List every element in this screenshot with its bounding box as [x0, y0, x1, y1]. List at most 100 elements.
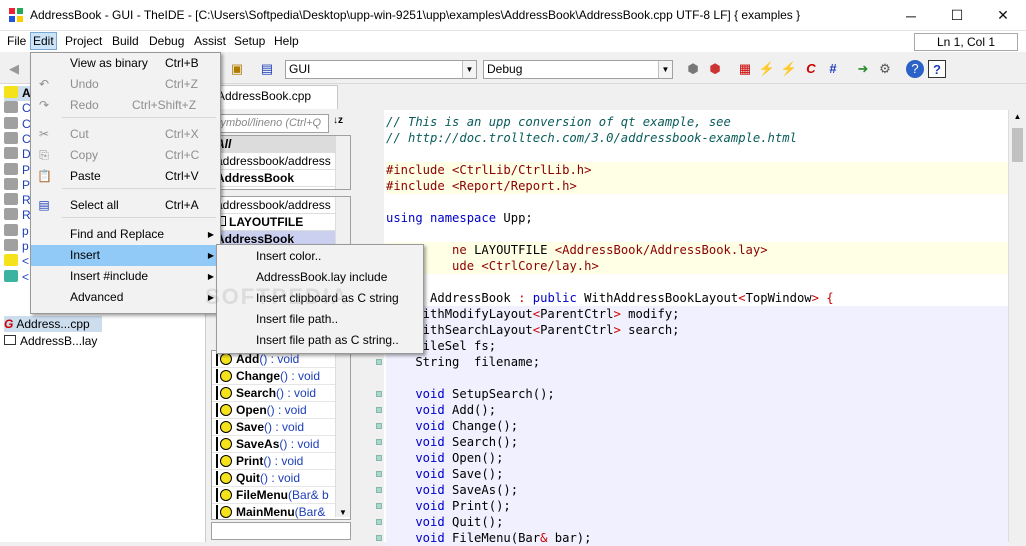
edit-menu-item[interactable]: Insert #include ▶ — [31, 266, 220, 287]
code-line[interactable] — [386, 370, 1010, 386]
package-combo[interactable]: GUI ▼ — [285, 60, 477, 79]
breakpoint-marker[interactable] — [376, 423, 382, 429]
scope-item[interactable]: AddressBook — [212, 170, 350, 187]
package-item[interactable]: p — [4, 223, 29, 239]
breakpoint-marker[interactable] — [376, 455, 382, 461]
edit-menu-item[interactable]: ✂ Cut Ctrl+X — [31, 124, 220, 145]
breakpoint-marker[interactable] — [376, 519, 382, 525]
scroll-up-icon[interactable]: ▲ — [1009, 112, 1026, 121]
function-item[interactable]: SaveAs() : void — [212, 436, 350, 453]
code-line[interactable]: WithModifyLayout<ParentCtrl> modify; — [386, 306, 1010, 322]
code-line[interactable]: // This is an upp conversion of qt examp… — [386, 114, 1010, 130]
scroll-thumb[interactable] — [1012, 128, 1023, 162]
code-line[interactable]: void Search(); — [386, 434, 1010, 450]
function-item[interactable]: FileMenu(Bar& b — [212, 487, 350, 504]
edit-menu-item[interactable]: ⎘ Copy Ctrl+C — [31, 145, 220, 166]
scope-item[interactable]: All — [212, 136, 350, 153]
breakpoint-marker[interactable] — [376, 439, 382, 445]
scope-item[interactable]: addressbook/address — [212, 153, 350, 170]
breakpoint-marker[interactable] — [376, 407, 382, 413]
list-item[interactable]: LAYOUTFILE — [212, 214, 350, 231]
code-line[interactable] — [386, 194, 1010, 210]
package-item[interactable]: p — [4, 239, 29, 254]
code-line[interactable] — [386, 274, 1010, 290]
menu-project[interactable]: Project — [62, 34, 105, 48]
edit-menu-item[interactable]: ↷ Redo Ctrl+Shift+Z — [31, 95, 220, 116]
insert-submenu-item[interactable]: Insert color.. — [217, 246, 423, 267]
config-combo[interactable]: Debug ▼ — [483, 60, 673, 79]
package-item[interactable]: R — [4, 193, 31, 208]
breakpoint-marker[interactable] — [376, 471, 382, 477]
code-line[interactable]: using namespace Upp; — [386, 210, 1010, 226]
help-icon[interactable]: ? — [906, 60, 924, 78]
package-item[interactable]: P — [4, 162, 30, 178]
rebuild-icon[interactable]: ⬢ — [706, 60, 724, 78]
breakpoint-marker[interactable] — [376, 359, 382, 365]
menu-file[interactable]: File — [4, 34, 29, 48]
build-icon[interactable]: ⬢ — [684, 60, 702, 78]
package-item[interactable]: C — [4, 101, 31, 116]
function-item[interactable]: Search() : void — [212, 385, 350, 402]
scroll-down-icon[interactable]: ▼ — [336, 508, 350, 517]
paste-icon[interactable]: ▣ — [228, 60, 246, 78]
menu-debug[interactable]: Debug — [146, 34, 187, 48]
code-line[interactable]: FileSel fs; — [386, 338, 1010, 354]
close-button[interactable]: ✕ — [980, 0, 1026, 31]
package-item[interactable]: D — [4, 147, 31, 162]
back-icon[interactable]: ◀ — [5, 60, 23, 78]
package-item[interactable]: < — [4, 269, 29, 285]
menu-edit[interactable]: Edit — [30, 32, 57, 50]
export-icon[interactable]: ➜ — [854, 60, 872, 78]
tab-addressbook-cpp[interactable]: AddressBook.cpp — [210, 85, 338, 109]
debug-icon[interactable]: ⚡ — [780, 60, 798, 78]
sort-icon[interactable]: ↓z — [333, 115, 343, 126]
edit-menu-item[interactable]: Insert ▶ — [31, 245, 220, 266]
insert-submenu-item[interactable]: Insert file path.. — [217, 309, 423, 330]
breakpoint-marker[interactable] — [376, 535, 382, 541]
code-line[interactable]: void Quit(); — [386, 514, 1010, 530]
edit-menu-item[interactable]: View as binary Ctrl+B — [31, 53, 220, 74]
code-line[interactable]: AddressBook : public WithAddressBookLayo… — [386, 290, 1010, 306]
code-line[interactable]: void Save(); — [386, 466, 1010, 482]
menu-setup[interactable]: Setup — [231, 34, 268, 48]
package-item[interactable]: < — [4, 254, 29, 269]
edit-menu-item[interactable]: Find and Replace ▶ — [31, 224, 220, 245]
scope-scrollbar[interactable] — [335, 136, 350, 189]
code-line[interactable]: WithSearchLayout<ParentCtrl> search; — [386, 322, 1010, 338]
file-item-cpp[interactable]: G Address...cpp — [4, 316, 102, 332]
code-line[interactable]: #include <Report/Report.h> — [386, 178, 1010, 194]
edit-menu-item[interactable]: ▤ Select all Ctrl+A — [31, 195, 220, 216]
function-item[interactable]: Change() : void — [212, 368, 350, 385]
code-line[interactable]: void FileMenu(Bar& bar); — [386, 530, 1010, 546]
breakpoint-marker[interactable] — [376, 391, 382, 397]
function-item[interactable]: Open() : void — [212, 402, 350, 419]
navigator-search-input[interactable]: symbol/lineno (Ctrl+Q — [211, 114, 329, 133]
maximize-button[interactable]: ☐ — [934, 0, 980, 31]
c-icon[interactable]: C — [802, 60, 820, 78]
code-line[interactable]: void Add(); — [386, 402, 1010, 418]
menu-build[interactable]: Build — [109, 34, 142, 48]
run-icon[interactable]: ⚡ — [758, 60, 776, 78]
compile-icon[interactable]: ▦ — [736, 60, 754, 78]
function-item[interactable]: Quit() : void — [212, 470, 350, 487]
edit-menu-item[interactable]: Advanced ▶ — [31, 287, 220, 308]
settings-icon[interactable]: ⚙ — [876, 60, 894, 78]
code-line[interactable]: void Change(); — [386, 418, 1010, 434]
context-help-icon[interactable]: ? — [928, 60, 946, 78]
menu-assist[interactable]: Assist — [191, 34, 229, 48]
code-line[interactable]: void SaveAs(); — [386, 482, 1010, 498]
code-line[interactable]: #include <CtrlLib/CtrlLib.h> — [386, 162, 1010, 178]
document-icon[interactable]: ▤ — [258, 60, 276, 78]
code-line[interactable]: ude <CtrlCore/lay.h> — [386, 258, 1010, 274]
function-item[interactable]: MainMenu(Bar& — [212, 504, 350, 519]
code-line[interactable]: // http://doc.trolltech.com/3.0/addressb… — [386, 130, 1010, 146]
insert-submenu-item[interactable]: Insert file path as C string.. — [217, 330, 423, 351]
menu-help[interactable]: Help — [271, 34, 302, 48]
edit-menu-item[interactable]: ↶ Undo Ctrl+Z — [31, 74, 220, 95]
function-item[interactable]: Print() : void — [212, 453, 350, 470]
package-item[interactable]: R — [4, 208, 31, 223]
navigator-input[interactable] — [211, 522, 351, 540]
code-line[interactable]: ne LAYOUTFILE <AddressBook/AddressBook.l… — [386, 242, 1010, 258]
code-line[interactable]: void Open(); — [386, 450, 1010, 466]
breakpoint-marker[interactable] — [376, 503, 382, 509]
